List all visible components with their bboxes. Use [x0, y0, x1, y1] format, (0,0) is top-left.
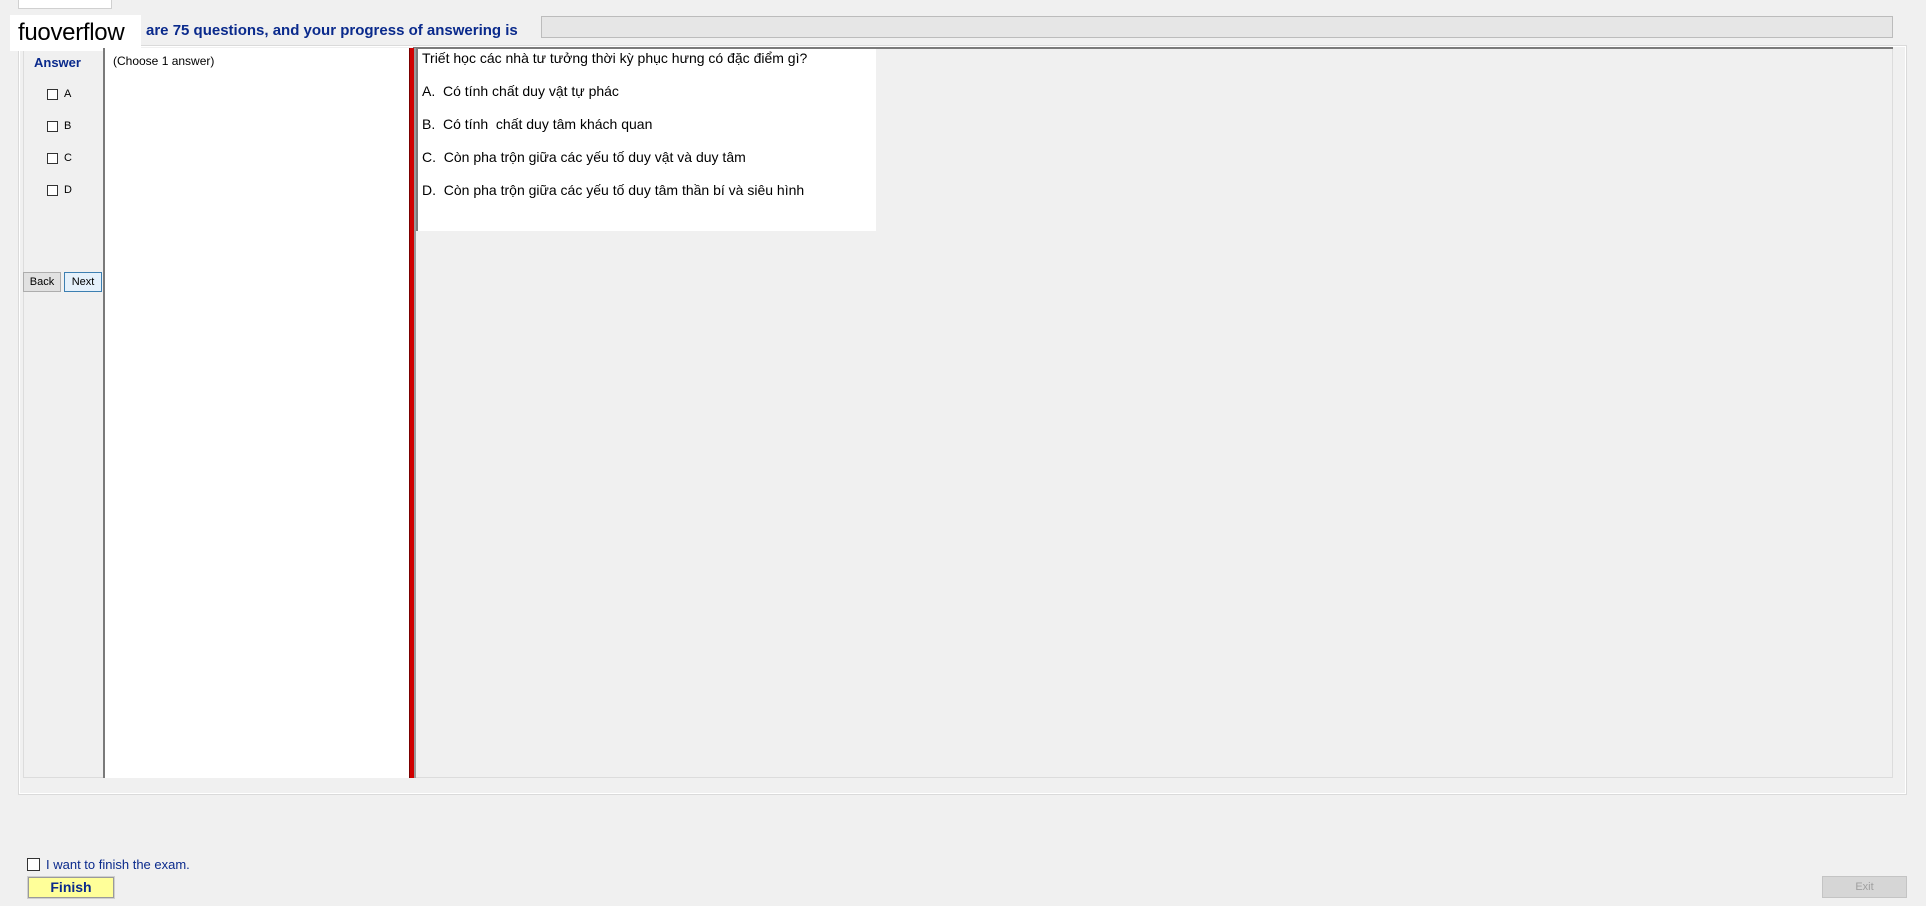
answer-option-d[interactable]: D	[47, 182, 72, 198]
top-tab[interactable]	[18, 0, 112, 9]
progress-header-text: are 75 questions, and your progress of a…	[146, 22, 518, 39]
question-choice-a: A. Có tính chất duy vật tự phác	[422, 83, 619, 99]
question-choice-c: C. Còn pha trộn giữa các yếu tố duy vật …	[422, 149, 746, 165]
back-button[interactable]: Back	[23, 272, 61, 292]
answer-b-label: B	[64, 120, 72, 132]
exam-window: are 75 questions, and your progress of a…	[0, 0, 1926, 906]
finish-confirm-label: I want to finish the exam.	[46, 857, 190, 872]
finish-confirm-checkbox[interactable]	[27, 858, 40, 871]
finish-button[interactable]: Finish	[27, 876, 115, 899]
question-box: Triết học các nhà tư tưởng thời kỳ phục …	[416, 49, 876, 231]
answer-option-b[interactable]: B	[47, 118, 71, 134]
progress-bar	[541, 16, 1893, 38]
answer-a-checkbox[interactable]	[47, 88, 58, 100]
answer-b-checkbox[interactable]	[47, 120, 58, 132]
question-choice-d: D. Còn pha trộn giữa các yếu tố duy tâm …	[422, 182, 805, 198]
answer-d-checkbox[interactable]	[47, 184, 58, 196]
finish-confirm-row[interactable]: I want to finish the exam.	[27, 857, 190, 872]
choose-instruction: (Choose 1 answer)	[113, 54, 215, 68]
question-choice-b: B. Có tính chất duy tâm khách quan	[422, 116, 653, 132]
choose-panel: (Choose 1 answer)	[103, 48, 409, 778]
answer-c-label: C	[64, 152, 72, 164]
answer-a-label: A	[64, 88, 72, 100]
watermark-label: fuoverflow	[10, 15, 141, 51]
answer-d-label: D	[64, 184, 72, 196]
answer-c-checkbox[interactable]	[47, 152, 58, 164]
next-button[interactable]: Next	[64, 272, 102, 292]
question-text: Triết học các nhà tư tưởng thời kỳ phục …	[422, 50, 808, 66]
answer-option-c[interactable]: C	[47, 150, 72, 166]
exit-button[interactable]: Exit	[1822, 876, 1907, 898]
answer-option-a[interactable]: A	[47, 86, 71, 102]
answer-title: Answer	[34, 55, 81, 70]
